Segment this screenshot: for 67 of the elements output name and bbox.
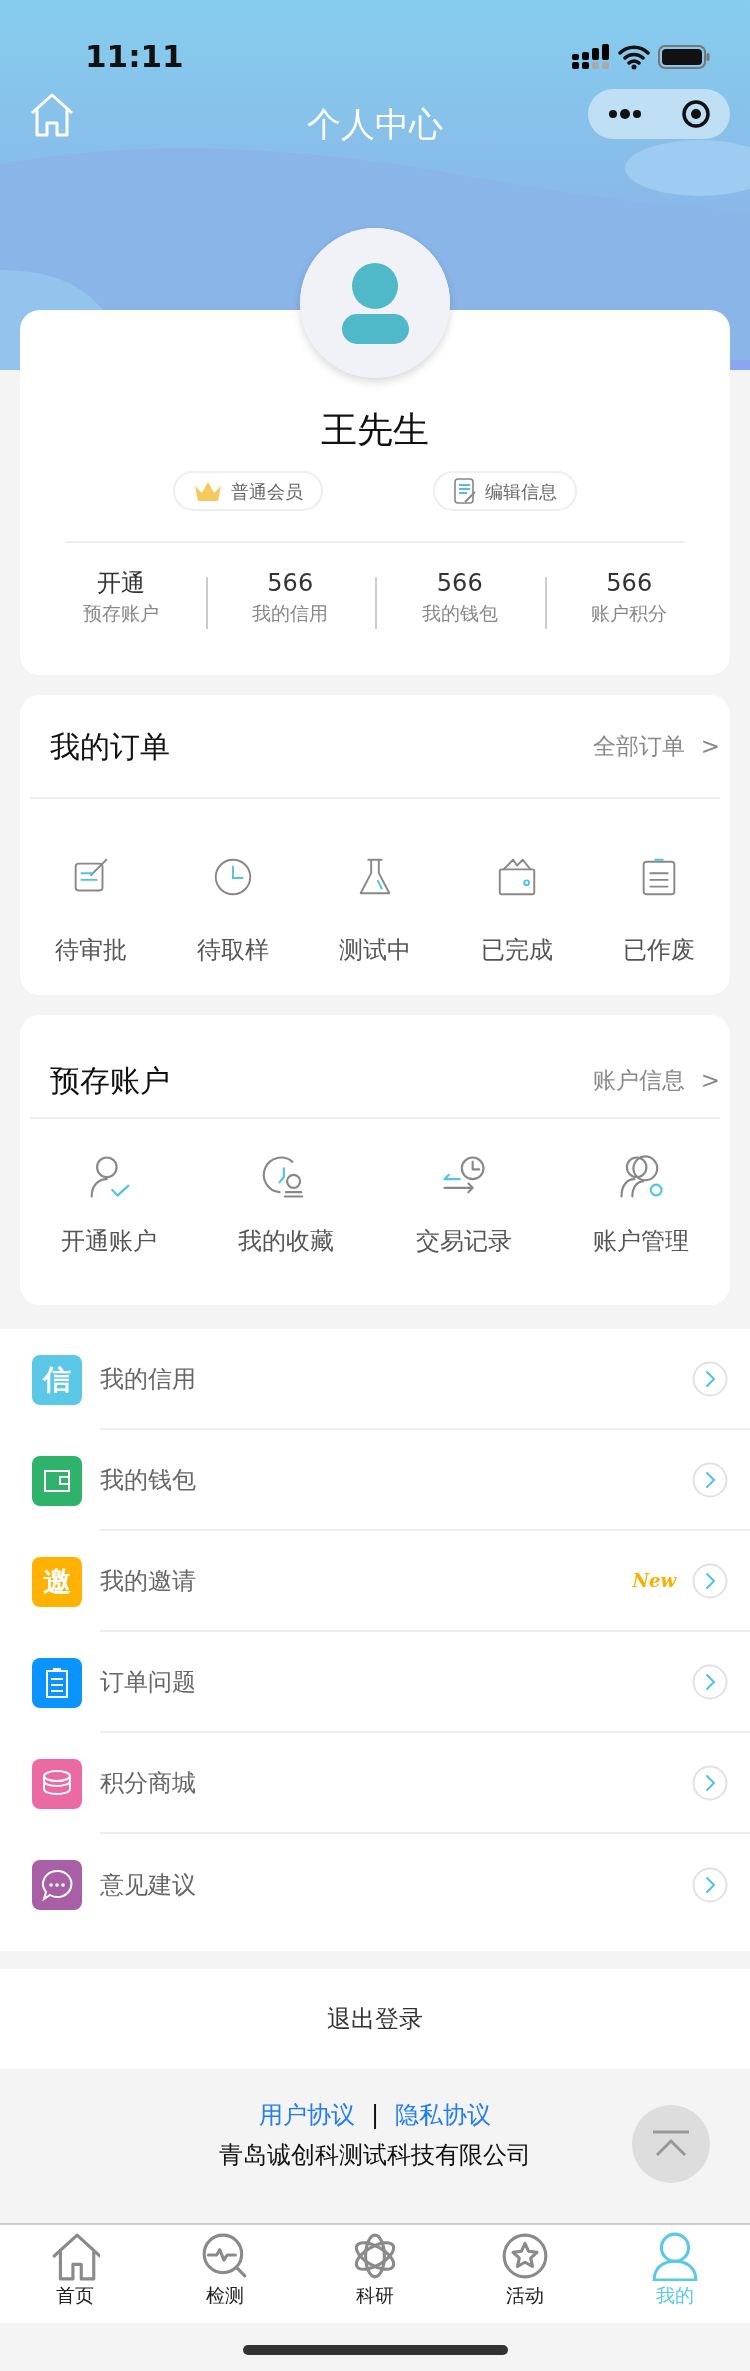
menu-label: 意见建议	[100, 1869, 196, 1901]
menu-label: 我的邀请	[100, 1565, 196, 1597]
shortcut-item[interactable]: 交易记录	[415, 1151, 512, 1259]
stat-value: 566	[266, 568, 315, 599]
section-link[interactable]: 全部订单 >	[592, 728, 720, 764]
chevron-right-icon	[692, 1764, 728, 1801]
more-icon[interactable]	[607, 109, 642, 119]
stat-label: 我的信用	[251, 601, 330, 626]
chevron-right-icon	[692, 1360, 728, 1397]
icon-tile: 邀	[32, 1556, 82, 1607]
wifi-icon	[618, 43, 650, 70]
footer-link[interactable]: 用户协议	[258, 2097, 355, 2133]
user-icon	[650, 2231, 700, 2281]
chevron-right-icon	[692, 1562, 728, 1599]
edit-info-button[interactable]: 编辑信息	[433, 471, 577, 511]
capsule-button[interactable]	[588, 89, 730, 139]
chevron-up-icon	[651, 2129, 691, 2159]
target-icon[interactable]	[680, 99, 711, 129]
section-link[interactable]: 账户信息 >	[592, 1062, 720, 1098]
shortcut-item[interactable]: 待取样	[197, 854, 269, 968]
icon-tile: 信	[32, 1354, 82, 1405]
page-title: 个人中心	[306, 103, 444, 146]
tab-item[interactable]: 活动	[450, 2225, 600, 2323]
shortcut-item[interactable]: 账户管理	[593, 1151, 690, 1259]
company-name: 青岛诚创科测试科技有限公司	[219, 2140, 531, 2171]
section-title: 我的订单	[50, 727, 170, 766]
document-edit-icon	[453, 477, 477, 505]
new-label: New	[632, 1569, 676, 1593]
chevron-right-icon	[692, 1461, 728, 1498]
signal-icon	[572, 43, 610, 70]
stat-label: 预存账户	[81, 601, 160, 626]
tab-item[interactable]: 首页	[0, 2225, 150, 2323]
menu-item[interactable]: 我的钱包	[0, 1430, 750, 1531]
home-icon	[50, 2231, 100, 2281]
crown-icon	[193, 480, 223, 502]
menu-item[interactable]: 信 我的信用	[0, 1329, 750, 1430]
menu-label: 我的信用	[100, 1363, 196, 1395]
footer-link[interactable]: 隐私协议	[395, 2097, 492, 2133]
battery-icon	[658, 43, 710, 70]
shortcut-item[interactable]: 测试中	[339, 854, 411, 968]
member-badge[interactable]: 普通会员	[173, 471, 323, 511]
menu-label: 积分商城	[100, 1767, 196, 1799]
status-time: 11:11	[85, 37, 184, 77]
shortcut-item[interactable]: 我的收藏	[238, 1151, 335, 1259]
chevron-right-icon	[692, 1866, 728, 1903]
stat-value: 566	[435, 568, 484, 599]
tab-item[interactable]: 科研	[300, 2225, 450, 2323]
stat-value: 开通	[95, 568, 146, 599]
shortcut-item[interactable]: 已完成	[481, 854, 553, 968]
shortcut-item[interactable]: 开通账户	[60, 1151, 157, 1259]
menu-label: 订单问题	[100, 1666, 196, 1698]
menu-item[interactable]: 意见建议	[0, 1834, 750, 1935]
stat-label: 账户积分	[590, 601, 669, 626]
chevron-right-icon	[692, 1663, 728, 1700]
link-separator: |	[370, 2100, 380, 2131]
tab-item[interactable]: 检测	[150, 2225, 300, 2323]
shortcut-item[interactable]: 已作废	[623, 854, 695, 968]
menu-item[interactable]: 邀 我的邀请 New	[0, 1531, 750, 1632]
menu-item[interactable]: 订单问题	[0, 1632, 750, 1733]
user-name: 王先生	[320, 408, 430, 452]
logout-button[interactable]: 退出登录	[0, 1969, 750, 2069]
stat-value: 566	[605, 568, 654, 599]
menu-label: 我的钱包	[100, 1464, 196, 1496]
stat-label: 我的钱包	[420, 601, 499, 626]
menu-item[interactable]: 积分商城	[0, 1733, 750, 1834]
section-title: 预存账户	[50, 1061, 170, 1100]
shortcut-item[interactable]: 待审批	[55, 854, 127, 968]
